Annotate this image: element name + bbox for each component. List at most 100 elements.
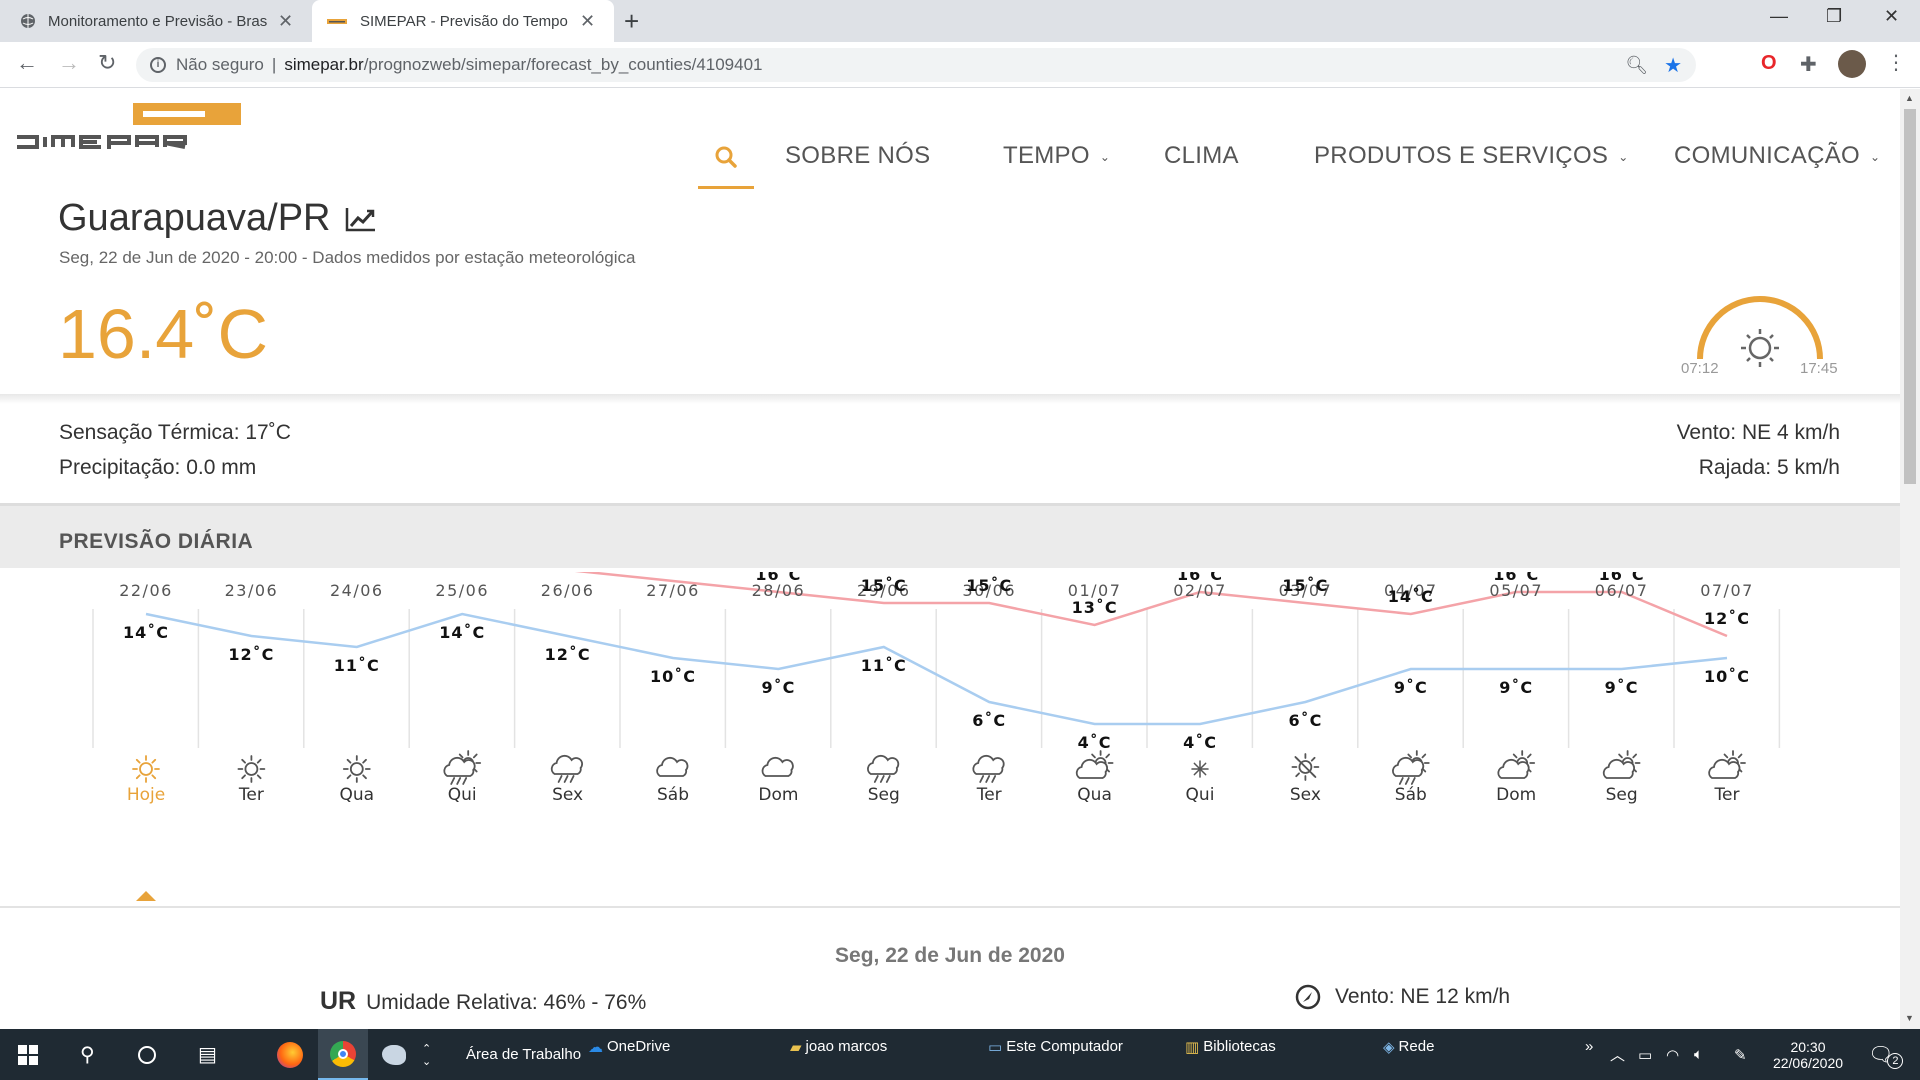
onedrive-item[interactable]: ☁ OneDrive [588,1021,670,1072]
humidity-row: UR Umidade Relativa: 46% - 76% [320,987,646,1016]
paint-taskbar-icon[interactable] [374,1029,414,1080]
nav-tempo[interactable]: TEMPO ⌄ [1003,142,1110,170]
taskbar-label: Este Computador [1006,1038,1123,1055]
taskbar-label: joao marcos [805,1038,888,1055]
opera-extension-icon[interactable]: O [1761,52,1777,75]
pen-icon[interactable]: ✎ [1734,1029,1747,1080]
min-temperature-label: 6˚C [972,711,1006,730]
info-icon[interactable]: i [150,57,166,73]
max-temperature-label: 16˚C [1177,572,1223,584]
min-temperature-label: 12˚C [228,645,274,664]
clock-date: 22/06/2020 [1772,1054,1844,1071]
minimize-icon[interactable]: — [1770,6,1788,27]
search-button[interactable] [698,127,754,189]
volume-icon[interactable]: 🔈︎ [1694,1029,1703,1080]
simepar-logo[interactable] [15,103,241,151]
sun-rain-icon [1392,750,1430,785]
restore-icon[interactable]: ❐ [1826,6,1842,27]
forecast-day-name: Ter [976,785,1002,805]
taskbar-search-icon[interactable]: ⚲ [80,1029,95,1080]
city-title: Guarapuava/PR [58,197,377,240]
zoom-icon[interactable]: 🔍︎ [1625,55,1648,76]
menu-dots-icon[interactable]: ⋮ [1886,50,1906,75]
toolbar-chevrons-icon[interactable]: ⌃ ⌄ [422,1029,431,1080]
scrollbar-thumb[interactable] [1904,109,1916,484]
back-icon[interactable]: ← [16,50,38,76]
nav-label: TEMPO [1003,142,1090,169]
sunrise-time: 07:12 [1681,360,1719,377]
chevron-down-icon: ⌄ [1099,149,1111,164]
forecast-date: 26/06 [541,581,595,600]
cortana-icon[interactable] [138,1029,156,1080]
new-tab-icon[interactable]: + [624,6,639,37]
forecast-day-name: Dom [1496,785,1536,805]
nav-produtos-servicos[interactable]: PRODUTOS E SERVIÇOS ⌄ [1314,142,1629,170]
address-bar[interactable]: i Não seguro | simepar.br /prognozweb/si… [136,48,1696,82]
tray-chevron-icon[interactable]: ︿ [1610,1029,1625,1080]
libraries-item[interactable]: ▥ Bibliotecas [1185,1021,1276,1072]
selected-day-caret [136,891,156,901]
max-temperature-label: 13˚C [1072,598,1118,617]
close-tab-icon[interactable]: ✕ [278,11,293,32]
simepar-favicon-icon [327,19,347,24]
gust: Rajada: 5 km/h [1698,456,1840,479]
nav-clima[interactable]: CLIMA [1164,142,1239,170]
more-toolbar-icon[interactable]: » [1585,1021,1593,1072]
windows-start-button[interactable] [18,1029,38,1080]
browser-tab-bar: Monitoramento e Previsão - Bras ✕ SIMEPA… [0,0,1920,42]
max-temperature-label: 15˚C [1282,576,1328,595]
profile-avatar[interactable] [1838,50,1866,78]
forward-icon[interactable]: → [58,50,80,76]
nav-sobre-nos[interactable]: SOBRE NÓS [785,142,930,170]
windows-logo-icon [18,1044,38,1065]
page-scrollbar[interactable]: ▲ ▼ [1900,89,1920,1029]
clock[interactable]: 20:30 22/06/2020 [1768,1029,1848,1080]
min-temperature-label: 9˚C [1605,678,1639,697]
extensions-puzzle-icon[interactable]: ✚ [1800,52,1817,77]
min-temperature-label: 14˚C [123,623,169,642]
browser-tab-monitoramento[interactable]: Monitoramento e Previsão - Bras ✕ [0,0,308,42]
task-view-icon[interactable]: ▤ [198,1029,217,1080]
forecast-header-band [0,506,1900,568]
url-separator: | [271,55,277,74]
forecast-day-name: Seg [1606,785,1638,805]
this-pc-item[interactable]: ▭ Este Computador [988,1021,1123,1072]
close-window-icon[interactable]: ✕ [1884,6,1899,27]
library-icon: ▥ [1185,1038,1200,1056]
url-domain: simepar.br [284,55,364,74]
close-tab-icon[interactable]: ✕ [580,11,595,32]
sun-frost-icon [1291,753,1320,781]
scroll-up-icon[interactable]: ▲ [1905,93,1914,103]
taskbar-label: Rede [1398,1038,1435,1055]
bookmark-star-icon[interactable]: ★ [1664,53,1682,78]
folder-icon: ▰ [790,1038,802,1056]
forecast-date: 27/06 [646,581,700,600]
taskbar-label: OneDrive [607,1038,671,1055]
webpage: SOBRE NÓS TEMPO ⌄ CLIMA PRODUTOS E SERVIÇ… [0,89,1900,1029]
max-temperature-label: 16˚C [1599,572,1645,584]
scroll-down-icon[interactable]: ▼ [1905,1013,1914,1023]
firefox-taskbar-icon[interactable] [272,1029,308,1080]
max-temperature-label: 15˚C [966,576,1012,595]
nav-comunicacao[interactable]: COMUNICAÇÃO ⌄ [1674,142,1880,170]
chrome-taskbar-icon[interactable] [318,1029,368,1080]
cloud-icon [656,756,689,777]
forecast-day-name: Qua [1077,785,1112,805]
nav-label: SOBRE NÓS [785,142,931,169]
network-item[interactable]: ◈ Rede [1383,1021,1434,1072]
forecast-date: 07/07 [1700,581,1754,600]
observation-subline: Seg, 22 de Jun de 2020 - 20:00 - Dados m… [59,248,636,267]
security-label: Não seguro [176,55,264,74]
chart-trend-icon[interactable] [345,206,377,232]
forecast-date: 23/06 [225,581,279,600]
forecast-date: 24/06 [330,581,384,600]
reload-icon[interactable]: ↻ [98,50,116,76]
wifi-icon[interactable]: ◠ [1666,1029,1679,1080]
sun-icon [1741,329,1779,367]
browser-tab-simepar[interactable]: SIMEPAR - Previsão do Tempo - C ✕ [312,0,614,42]
battery-icon[interactable]: ▭ [1638,1029,1652,1080]
notifications-icon[interactable]: 🗨︎ 2 [1868,1029,1904,1080]
user-folder-item[interactable]: ▰ joao marcos [790,1021,887,1072]
clock-time: 20:30 [1790,1038,1826,1055]
forecast-day-name: Seg [868,785,900,805]
